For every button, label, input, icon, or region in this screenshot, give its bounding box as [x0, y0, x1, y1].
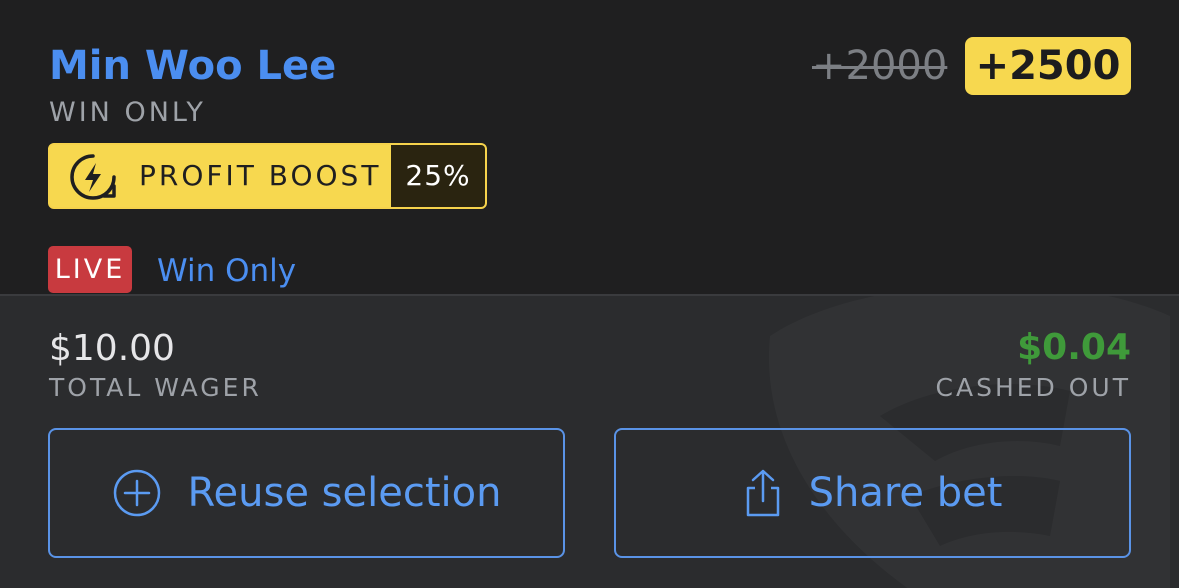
total-wager-label: TOTAL WAGER [49, 373, 262, 402]
lightning-boost-icon [70, 154, 116, 200]
cashed-out-amount: $0.04 [1017, 327, 1131, 368]
profit-boost-percent: 25% [391, 145, 485, 207]
live-market-name: Win Only [157, 253, 297, 289]
market-type: WIN ONLY [49, 97, 206, 128]
player-name: Min Woo Lee [49, 43, 337, 89]
share-bet-button[interactable]: Share bet [614, 428, 1131, 558]
profit-boost-label: PROFIT BOOST [139, 159, 382, 192]
profit-boost-badge: PROFIT BOOST 25% [48, 143, 487, 209]
reuse-selection-label: Reuse selection [187, 470, 502, 516]
reuse-selection-button[interactable]: Reuse selection [48, 428, 565, 558]
cashed-out-label: CASHED OUT [935, 373, 1131, 402]
original-odds: +2000 [812, 43, 948, 89]
boosted-odds: +2500 [965, 37, 1131, 95]
share-icon [746, 469, 779, 517]
bet-header: Min Woo Lee WIN ONLY PROFIT BOOST 25% +2… [0, 0, 1179, 294]
live-badge: LIVE [48, 246, 132, 293]
share-bet-label: Share bet [808, 470, 1003, 516]
total-wager-amount: $10.00 [49, 328, 175, 369]
plus-circle-icon [113, 469, 160, 517]
